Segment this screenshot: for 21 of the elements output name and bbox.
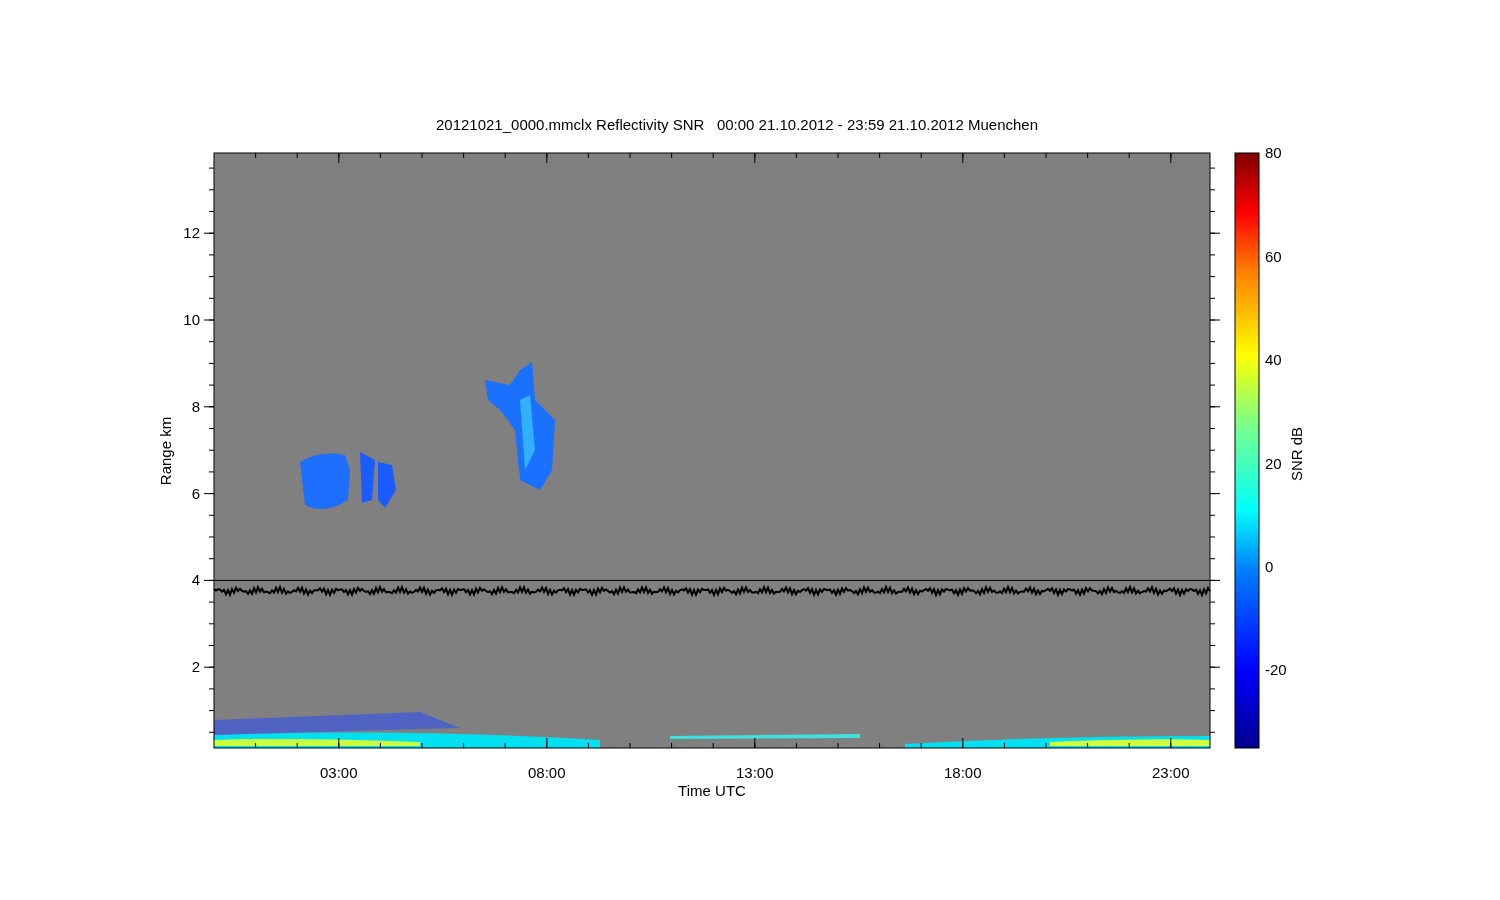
y-tick-label: 10 (183, 311, 200, 328)
x-tick-label: 23:00 (1152, 764, 1190, 781)
x-tick-label: 13:00 (736, 764, 774, 781)
y-tick-label: 2 (191, 658, 200, 676)
colorbar-label: SNR dB (1288, 426, 1305, 482)
colorbar-tick-label: 20 (1265, 454, 1282, 472)
colorbar-tick-label: 0 (1265, 558, 1274, 575)
colorbar-tick-label: 40 (1265, 351, 1282, 369)
y-axis-label: Range km (157, 416, 174, 486)
y-tick-label: 12 (183, 224, 200, 242)
x-axis-label: Time UTC (678, 782, 746, 799)
colorbar-tick-label: -20 (1265, 661, 1287, 679)
x-tick-label: 18:00 (944, 764, 982, 781)
y-tick-label: 4 (191, 571, 200, 589)
x-tick-label: 08:00 (528, 764, 566, 781)
x-tick-label: 03:00 (320, 764, 358, 781)
y-tick-label: 8 (191, 397, 200, 415)
plot-title: 20121021_0000.mmclx Reflectivity SNR 00:00 21.10.2012 - 23:59 21.10.2012 Muenchen (435, 116, 1039, 133)
colorbar-tick-label: 60 (1265, 247, 1282, 265)
colorbar-tick-label: 80 (1265, 144, 1282, 162)
y-tick-label: 6 (191, 484, 200, 502)
